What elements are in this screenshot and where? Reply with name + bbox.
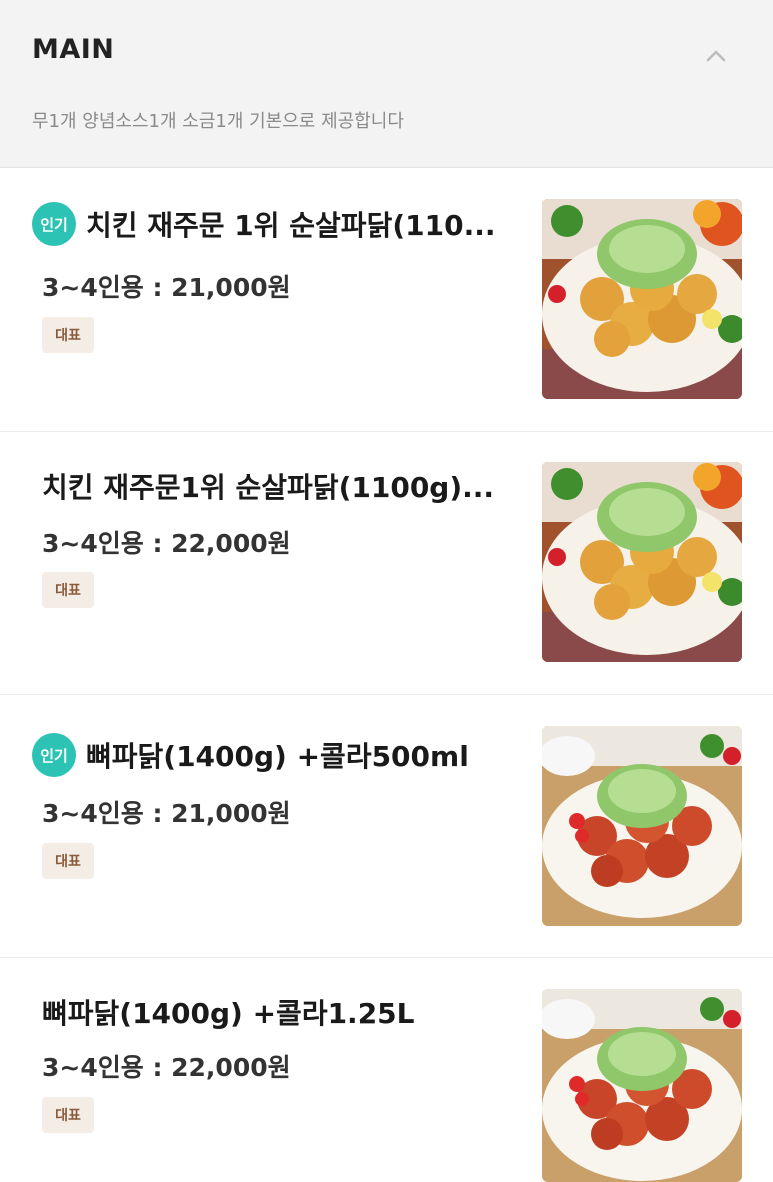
signature-tag: 대표: [42, 572, 94, 608]
chevron-up-icon[interactable]: [706, 46, 726, 66]
menu-item-name-row: 인기 뼈파닭(1400g) +콜라500ml: [32, 733, 469, 777]
popular-badge: 인기: [32, 733, 76, 777]
menu-item[interactable]: 치킨 재주문1위 순살파닭(1100g)... 3~4인용 : 22,000원 …: [0, 432, 773, 695]
menu-item-name: 뼈파닭(1400g) +콜라500ml: [86, 740, 469, 773]
menu-item-price: 3~4인용 : 21,000원: [42, 799, 291, 828]
signature-tag: 대표: [42, 1097, 94, 1133]
menu-item-image[interactable]: [542, 462, 742, 662]
menu-item[interactable]: 인기 뼈파닭(1400g) +콜라500ml 3~4인용 : 21,000원 대…: [0, 695, 773, 958]
menu-item-price: 3~4인용 : 22,000원: [42, 529, 291, 558]
category-title: MAIN: [32, 34, 115, 65]
popular-badge: 인기: [32, 202, 76, 246]
menu-list: 인기 치킨 재주문 1위 순살파닭(110... 3~4인용 : 21,000원…: [0, 168, 773, 1182]
menu-item-name-row: 치킨 재주문1위 순살파닭(1100g)...: [42, 466, 494, 506]
signature-tag: 대표: [42, 843, 94, 879]
menu-item-name-row: 인기 치킨 재주문 1위 순살파닭(110...: [32, 202, 495, 246]
menu-item[interactable]: 뼈파닭(1400g) +콜라1.25L 3~4인용 : 22,000원 대표: [0, 958, 773, 1182]
menu-item[interactable]: 인기 치킨 재주문 1위 순살파닭(110... 3~4인용 : 21,000원…: [0, 168, 773, 432]
signature-tag: 대표: [42, 317, 94, 353]
menu-item-image[interactable]: [542, 199, 742, 399]
menu-item-name: 치킨 재주문1위 순살파닭(1100g)...: [42, 471, 495, 504]
category-description: 무1개 양념소스1개 소금1개 기본으로 제공합니다: [32, 111, 404, 132]
menu-item-image[interactable]: [542, 989, 742, 1182]
menu-item-price: 3~4인용 : 21,000원: [42, 273, 291, 302]
menu-item-price: 3~4인용 : 22,000원: [42, 1053, 291, 1082]
category-header[interactable]: MAIN 무1개 양념소스1개 소금1개 기본으로 제공합니다: [0, 0, 773, 168]
menu-item-image[interactable]: [542, 726, 742, 926]
menu-item-name-row: 뼈파닭(1400g) +콜라1.25L: [42, 992, 415, 1032]
menu-item-name: 뼈파닭(1400g) +콜라1.25L: [42, 997, 415, 1030]
menu-item-name: 치킨 재주문 1위 순살파닭(110...: [86, 209, 496, 242]
